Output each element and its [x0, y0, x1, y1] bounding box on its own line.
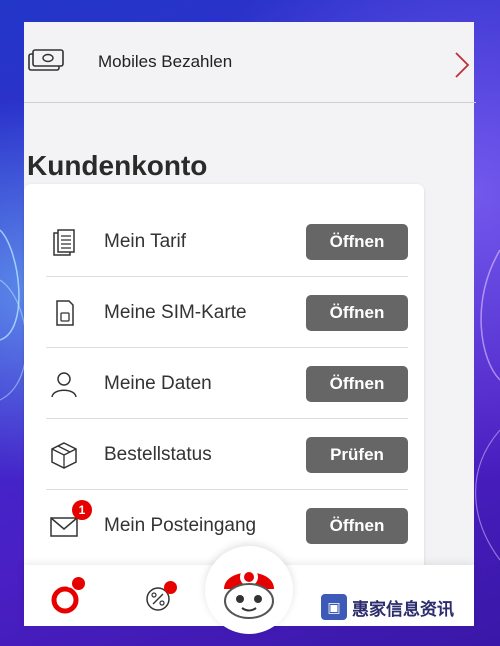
cash-icon [28, 49, 64, 71]
item-label: Meine Daten [104, 372, 212, 394]
chevron-right-icon [455, 52, 470, 78]
item-label: Meine SIM-Karte [104, 301, 247, 323]
open-tarif-button[interactable]: Öffnen [306, 223, 408, 260]
envelope-icon: 1 [46, 499, 92, 544]
mobile-payment-label: Mobiles Bezahlen [98, 52, 233, 71]
list-item-sim[interactable]: Meine SIM-Karte Öffnen [46, 277, 408, 348]
list-item-tarif[interactable]: Mein Tarif Öffnen [46, 206, 408, 277]
person-icon [46, 366, 82, 402]
check-order-button[interactable]: Prüfen [306, 436, 408, 473]
list-item-bestellstatus[interactable]: Bestellstatus Prüfen [46, 419, 408, 490]
item-label: Bestellstatus [104, 443, 212, 465]
watermark-logo-icon: ▣ [321, 594, 347, 620]
documents-icon [46, 224, 82, 260]
item-label: Mein Tarif [104, 230, 187, 252]
section-title: Kundenkonto [27, 150, 208, 181]
sim-card-icon [46, 295, 82, 331]
item-label: Mein Posteingang [104, 514, 257, 536]
open-inbox-button[interactable]: Öffnen [306, 507, 408, 544]
mobile-payment-row[interactable]: Mobiles Bezahlen [24, 22, 476, 103]
open-data-button[interactable]: Öffnen [306, 365, 408, 402]
notification-badge: 1 [72, 499, 92, 520]
notification-dot [72, 577, 85, 590]
tobi-bot-icon[interactable] [205, 546, 293, 634]
account-list: Mein Tarif Öffnen Meine SIM-Karte Öffnen… [24, 184, 424, 604]
vodafone-logo-icon[interactable] [50, 577, 86, 615]
list-item-daten[interactable]: Meine Daten Öffnen [46, 348, 408, 419]
package-icon [46, 437, 82, 473]
notification-dot [164, 581, 177, 594]
watermark-text: 惠家信息资讯 [352, 599, 454, 619]
watermark: ▣ 惠家信息资讯 [318, 590, 468, 624]
percent-icon[interactable] [140, 579, 177, 615]
open-sim-button[interactable]: Öffnen [306, 294, 408, 331]
